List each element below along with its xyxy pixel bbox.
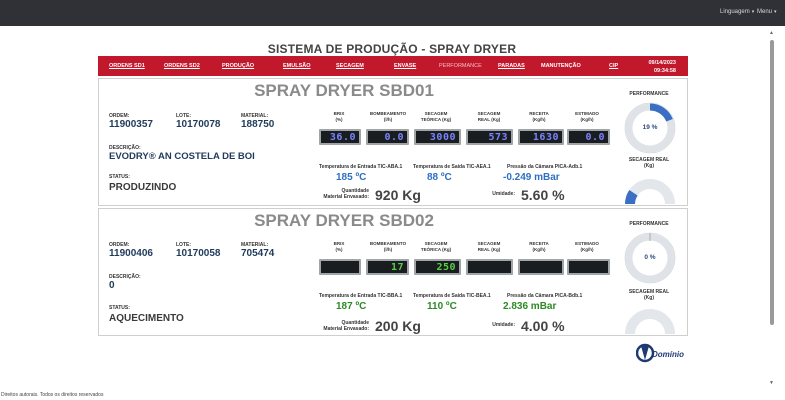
receita-display: 1630	[518, 129, 564, 145]
temp-saida-label: Temperatura de Saída TIC-AEA.1	[413, 164, 491, 170]
lote-value: 10170058	[176, 248, 221, 259]
nav-producao[interactable]: PRODUÇÃO	[222, 63, 254, 69]
performance-percent: 19 %	[642, 124, 658, 131]
bombeamento-header: BOMBEAMENTO (l/h)	[369, 111, 407, 122]
main-menu[interactable]: Menu ▾	[757, 9, 777, 15]
temp-saida-value: 88 ºC	[427, 172, 452, 183]
secagem-real-gauge	[625, 179, 675, 205]
quantidade-value: 920 Kg	[375, 187, 421, 203]
descricao-value: EVODRY® AN COSTELA DE BOI	[109, 151, 255, 162]
material-value: 705474	[241, 248, 275, 259]
umidade-value: 5.60 %	[521, 187, 565, 203]
scrollbar-thumb[interactable]	[770, 40, 774, 325]
secagem-teorica-header: SECAGEM TEÓRICA (Kg)	[420, 241, 452, 252]
dryer-title: SPRAY DRYER SBD02	[254, 211, 434, 230]
nav-manutencao[interactable]: MANUTENÇÃO	[541, 63, 581, 69]
semi-gauge-track	[625, 179, 675, 205]
receita-header: RECEITA (Kg/h)	[529, 111, 549, 122]
dominio-logo: Domínio	[636, 343, 684, 363]
receita-display	[518, 259, 564, 275]
secagem-real-header: SECAGEM REAL (Kg)	[477, 111, 501, 122]
temp-entrada-label: Temperatura de Entrada TIC-ABA.1	[319, 164, 403, 170]
status-value: PRODUZINDO	[109, 182, 177, 193]
performance-title: PERFORMANCE	[629, 221, 669, 227]
semi-gauge-track	[625, 309, 675, 335]
temp-entrada-value: 185 ºC	[336, 172, 367, 183]
estimado-header: ESTIMADO (Kg/h)	[575, 111, 599, 122]
quantidade-value: 200 Kg	[375, 318, 421, 334]
bombeamento-header: BOMBEAMENTO (l/h)	[369, 241, 407, 252]
nav-secagem[interactable]: SECAGEM	[336, 63, 364, 69]
secagem-teorica-display: 250	[414, 259, 461, 275]
quantidade-label: Quantidade Material Envasado:	[323, 188, 369, 200]
pressao-label: Pressão da Câmara PICA-Bdb.1	[507, 293, 583, 299]
descricao-value: 0	[109, 280, 115, 291]
bombeamento-display: 17	[366, 259, 409, 275]
nav-performance[interactable]: PERFORMANCE	[439, 63, 482, 69]
ordem-value: 11900406	[109, 248, 153, 259]
nav-envase[interactable]: ENVASE	[394, 63, 416, 69]
status-label: STATUS:	[109, 174, 130, 180]
nav-cip[interactable]: CIP	[609, 63, 618, 69]
brix-header: BRIX (%)	[333, 241, 345, 252]
footer-copyright: Direitos autorais. Todos os direitos res…	[1, 392, 104, 398]
performance-title: PERFORMANCE	[629, 91, 669, 97]
dryer-panel-sbd01: SPRAY DRYER SBD01 ORDEM: 11900357 LOTE: …	[98, 78, 688, 206]
brix-display	[319, 259, 361, 275]
temp-entrada-label: Temperatura de Entrada TIC-BBA.1	[319, 293, 403, 299]
nav-emulsao[interactable]: EMULSÃO	[283, 63, 311, 69]
secagem-real-gauge	[625, 309, 675, 335]
datetime-display: 09/14/2023 09:34:58	[648, 59, 676, 75]
navigation-bar: ORDENS SD1 ORDENS SD2 PRODUÇÃO EMULSÃO S…	[98, 56, 688, 76]
estimado-display: 0.0	[567, 129, 610, 145]
umidade-value: 4.00 %	[521, 318, 565, 334]
estimado-header: ESTIMADO (Kg/h)	[575, 241, 599, 252]
umidade-label: Umidade:	[492, 191, 515, 197]
secagem-real-gauge-title: SECAGEM REAL (Kg)	[628, 157, 670, 169]
semi-gauge-value-arc	[625, 189, 638, 205]
secagem-real-display	[466, 259, 513, 275]
status-label: STATUS:	[109, 305, 130, 311]
performance-percent: 0 %	[644, 254, 656, 261]
brix-header: BRIX (%)	[333, 111, 345, 122]
nav-ordens-sd2[interactable]: ORDENS SD2	[164, 63, 200, 69]
brix-display: 36.0	[319, 129, 361, 145]
time-text: 09:34:58	[653, 68, 676, 74]
caret-down-icon: ▾	[751, 9, 755, 15]
date-text: 09/14/2023	[648, 60, 676, 66]
pressao-label: Pressão da Câmara PICA-Adb.1	[507, 164, 583, 170]
top-navbar: Linguagem ▾ Menu ▾	[0, 0, 785, 26]
estimado-display	[567, 259, 610, 275]
pressao-value: -0.249 mBar	[503, 172, 560, 183]
secagem-real-gauge-title: SECAGEM REAL (Kg)	[628, 289, 670, 301]
quantidade-label: Quantidade Material Envasado:	[323, 320, 369, 332]
temp-saida-label: Temperatura de Saída TIC-BEA.1	[413, 293, 491, 299]
bombeamento-display: 0.0	[366, 129, 409, 145]
secagem-real-display: 573	[466, 129, 513, 145]
dryer-title: SPRAY DRYER SBD01	[254, 81, 434, 100]
dryer-panel-sbd02: SPRAY DRYER SBD02 ORDEM: 11900406 LOTE: …	[98, 208, 688, 336]
nav-paradas[interactable]: PARADAS	[498, 63, 525, 69]
vertical-scrollbar[interactable]: ▲ ▼	[769, 30, 775, 386]
receita-header: RECEITA (Kg/h)	[529, 241, 549, 252]
status-value: AQUECIMENTO	[109, 313, 184, 324]
secagem-real-header: SECAGEM REAL (Kg)	[477, 241, 501, 252]
pressao-value: 2.836 mBar	[503, 301, 557, 312]
page-title: SISTEMA DE PRODUÇÃO - SPRAY DRYER	[267, 42, 517, 56]
caret-down-icon: ▾	[774, 9, 777, 15]
logo-text: Domínio	[652, 350, 684, 359]
temp-saida-value: 110 ºC	[427, 301, 457, 312]
language-menu[interactable]: Linguagem ▾	[720, 9, 754, 15]
secagem-teorica-header: SECAGEM TEÓRICA (Kg)	[420, 111, 452, 122]
nav-ordens-sd1[interactable]: ORDENS SD1	[109, 63, 145, 69]
umidade-label: Umidade:	[492, 322, 515, 328]
scroll-up-arrow-icon[interactable]: ▲	[769, 30, 774, 36]
ordem-value: 11900357	[109, 119, 153, 130]
temp-entrada-value: 187 ºC	[336, 301, 367, 312]
lote-value: 10170078	[176, 119, 221, 130]
secagem-teorica-display: 3000	[414, 129, 461, 145]
scroll-down-arrow-icon[interactable]: ▼	[769, 380, 774, 386]
material-value: 188750	[241, 119, 275, 130]
